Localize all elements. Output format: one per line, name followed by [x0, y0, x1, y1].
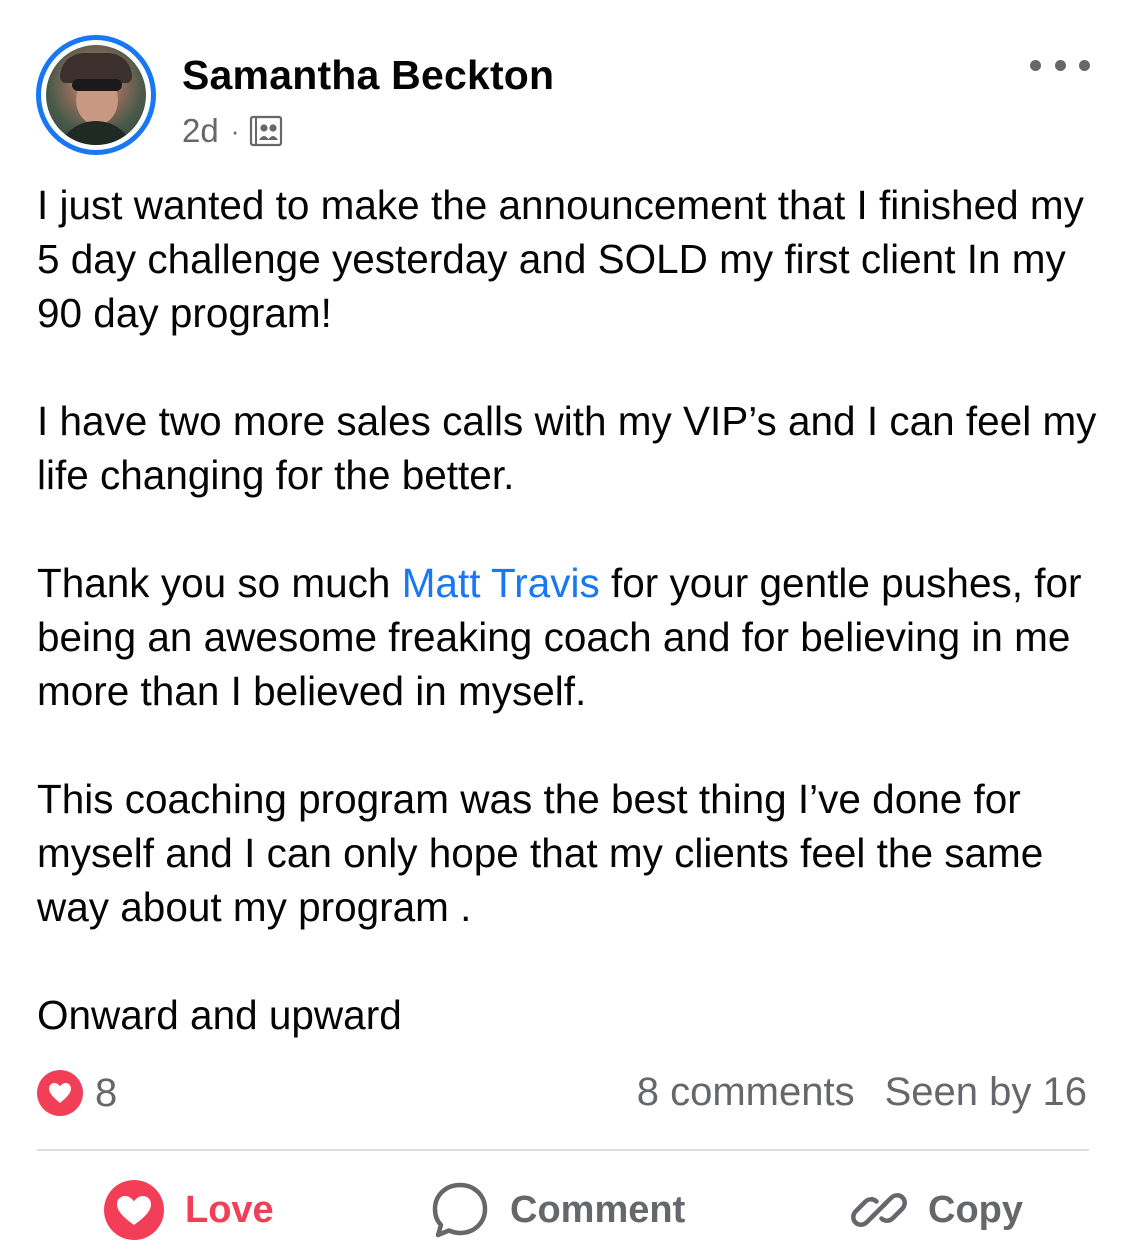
love-button[interactable]: Love: [103, 1175, 274, 1245]
post-card: Samantha Beckton 2d · I just wanted to m…: [0, 0, 1125, 1260]
divider: [37, 1149, 1089, 1151]
mention-link[interactable]: Matt Travis: [402, 560, 600, 606]
engagement-stats: 8 comments Seen by 16: [637, 1070, 1087, 1115]
comment-label: Comment: [510, 1188, 686, 1231]
avatar-sunglasses: [72, 79, 122, 91]
meta-separator: ·: [230, 115, 240, 146]
comment-button[interactable]: Comment: [430, 1175, 685, 1245]
link-icon: [851, 1193, 907, 1227]
post-stats: 8 8 comments Seen by 16: [37, 1070, 1087, 1120]
love-reaction-icon: [37, 1070, 83, 1116]
copy-link-button[interactable]: Copy: [850, 1175, 1023, 1245]
paragraph-text: Thank you so much: [37, 560, 402, 606]
copy-label: Copy: [928, 1188, 1023, 1231]
profile-photo: [46, 45, 146, 145]
reaction-summary[interactable]: 8: [37, 1070, 117, 1116]
group-members-icon: [250, 115, 283, 147]
post-paragraph: Thank you so much Matt Travis for your g…: [37, 556, 1097, 718]
post-time[interactable]: 2d: [182, 112, 219, 150]
post-text: I just wanted to make the announcement t…: [37, 178, 1097, 1042]
avatar[interactable]: [36, 35, 156, 155]
author-name[interactable]: Samantha Beckton: [182, 52, 554, 99]
post-paragraph: I have two more sales calls with my VIP’…: [37, 398, 1097, 498]
action-bar: Love Comment Copy: [0, 1175, 1125, 1245]
more-dot: [1079, 59, 1090, 71]
more-dot: [1054, 59, 1066, 71]
love-label: Love: [185, 1188, 274, 1231]
seen-by-count[interactable]: Seen by 16: [885, 1070, 1087, 1115]
post-paragraph: This coaching program was the best thing…: [37, 776, 1044, 930]
love-icon: [104, 1180, 164, 1240]
avatar-shirt: [56, 121, 136, 145]
more-dot: [1030, 59, 1041, 71]
post-paragraph: Onward and upward: [37, 992, 402, 1038]
post-paragraph: I just wanted to make the announcement t…: [37, 182, 1084, 336]
more-options-icon[interactable]: [1030, 50, 1090, 80]
comments-count[interactable]: 8 comments: [637, 1070, 855, 1115]
post-meta: 2d ·: [182, 112, 283, 150]
comment-icon: [432, 1182, 488, 1238]
reaction-count: 8: [95, 1070, 118, 1115]
